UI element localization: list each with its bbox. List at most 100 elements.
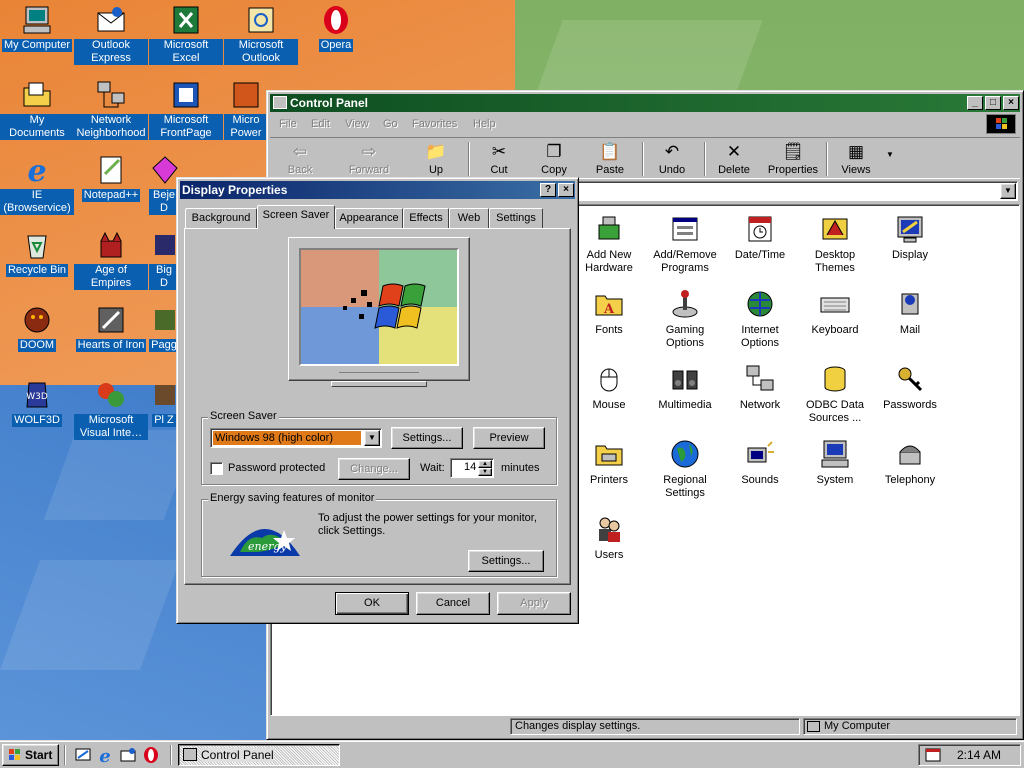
dialog-close-button[interactable]: ×	[558, 183, 574, 197]
desktop-icon-my-computer[interactable]: My Computer	[0, 4, 74, 52]
menu-help[interactable]: Help	[473, 118, 496, 130]
menu-view[interactable]: View	[345, 118, 369, 130]
address-bar[interactable]: ▼	[577, 181, 1018, 201]
desktop-icon-wolf3d[interactable]: W3D WOLF3D	[0, 379, 74, 427]
wait-minutes-spinner[interactable]: 14 ▲ ▼	[450, 458, 494, 478]
screen-saver-settings-button[interactable]: Settings...	[391, 427, 463, 449]
cp-item-keyboard[interactable]: Keyboard	[797, 288, 873, 337]
ok-button[interactable]: OK	[335, 592, 409, 615]
desktop-icon-my-documents[interactable]: My Documents	[0, 79, 74, 140]
menu-go[interactable]: Go	[383, 118, 398, 130]
close-button[interactable]: ×	[1003, 96, 1019, 110]
cp-item-multimedia[interactable]: Multimedia	[647, 363, 723, 412]
cp-item-gaming-options[interactable]: Gaming Options	[647, 288, 723, 350]
cp-item-users[interactable]: Users	[571, 513, 647, 562]
taskbar-control-panel[interactable]: Control Panel	[178, 744, 340, 766]
tab-background[interactable]: Background	[185, 208, 257, 228]
cp-item-sounds[interactable]: Sounds	[722, 438, 798, 487]
desktop-icon-doom[interactable]: DOOM	[0, 304, 74, 352]
desktop-themes-icon	[822, 218, 848, 240]
desktop-icon-powerpoint[interactable]: Micro Power	[224, 79, 268, 140]
notepad-plus-plus-icon	[100, 156, 122, 184]
apply-button[interactable]: Apply	[497, 592, 571, 615]
tab-web[interactable]: Web	[449, 208, 489, 228]
cp-item-fonts[interactable]: A Fonts	[571, 288, 647, 337]
cut-button[interactable]: ✂ Cut	[473, 142, 525, 176]
properties-button[interactable]: 🗒 Properties	[764, 142, 822, 176]
desktop-icon-ie[interactable]: e IE (Browservice)	[0, 154, 74, 215]
desktop-icon-outlook-express[interactable]: Outlook Express	[74, 4, 148, 65]
desktop-icon-outlook[interactable]: Microsoft Outlook	[224, 4, 298, 65]
internet-explorer-icon[interactable]: e	[96, 746, 114, 767]
show-desktop-icon[interactable]	[74, 746, 92, 764]
cp-item-passwords[interactable]: Passwords	[872, 363, 948, 412]
chevron-down-icon[interactable]: ▼	[364, 430, 380, 446]
views-label: Views	[841, 164, 871, 176]
desktop-icon-label: Age of Empires	[74, 264, 148, 290]
energy-settings-button[interactable]: Settings...	[468, 550, 544, 572]
tab-appearance[interactable]: Appearance	[335, 208, 403, 228]
desktop-icon-notepad-plus-plus[interactable]: Notepad++	[74, 154, 148, 202]
desktop-icon-hearts-of-iron[interactable]: Hearts of Iron	[74, 304, 148, 352]
desktop-icon-visual-interdev[interactable]: Microsoft Visual Inte…	[74, 379, 148, 440]
outlook-express-icon[interactable]	[119, 746, 137, 764]
spin-up-icon[interactable]: ▲	[478, 460, 492, 468]
desktop-icon-bejeweled[interactable]: Beje D	[149, 154, 179, 215]
cp-item-date-time[interactable]: Date/Time	[722, 213, 798, 262]
desktop-icon-network-neighborhood[interactable]: Network Neighborhood	[74, 79, 148, 140]
tab-effects[interactable]: Effects	[403, 208, 449, 228]
opera-icon[interactable]	[142, 746, 160, 764]
tab-settings[interactable]: Settings	[489, 208, 543, 228]
desktop-icon-age-of-empires[interactable]: Age of Empires	[74, 229, 148, 290]
cp-item-add-remove-programs[interactable]: Add/Remove Programs	[647, 213, 723, 275]
desktop-icon-label: Microsoft Excel	[149, 39, 223, 65]
cp-item-internet-options[interactable]: Internet Options	[722, 288, 798, 350]
menu-file[interactable]: File	[279, 118, 297, 130]
desktop-icon-pl[interactable]: Pl Z	[149, 379, 179, 427]
cp-item-add-new-hardware[interactable]: Add New Hardware	[571, 213, 647, 275]
address-dropdown-icon[interactable]: ▼	[1000, 183, 1016, 199]
maximize-button[interactable]: □	[985, 96, 1001, 110]
cp-item-mouse[interactable]: Mouse	[571, 363, 647, 412]
start-button[interactable]: Start	[2, 744, 59, 766]
cp-item-printers[interactable]: Printers	[571, 438, 647, 487]
views-dropdown-icon[interactable]: ▼	[886, 150, 894, 159]
cp-item-odbc[interactable]: ODBC Data Sources ...	[797, 363, 873, 425]
change-password-button[interactable]: Change...	[338, 458, 410, 480]
screen-saver-select[interactable]: Windows 98 (high color) ▼	[210, 428, 382, 448]
menu-edit[interactable]: Edit	[311, 118, 330, 130]
help-button[interactable]: ?	[540, 183, 556, 197]
forward-button[interactable]: ⇨ Forward	[343, 142, 395, 176]
desktop-icon-excel[interactable]: Microsoft Excel	[149, 4, 223, 65]
dialog-titlebar[interactable]: Display Properties ? ×	[180, 181, 575, 199]
desktop-icon-big[interactable]: Big D	[149, 229, 179, 290]
desktop-icon-recycle-bin[interactable]: Recycle Bin	[0, 229, 74, 277]
clock[interactable]: 2:14 AM	[957, 748, 1001, 762]
control-panel-titlebar[interactable]: Control Panel _ □ ×	[270, 94, 1020, 112]
copy-button[interactable]: ❐ Copy	[528, 142, 580, 176]
cancel-button[interactable]: Cancel	[416, 592, 490, 615]
delete-button[interactable]: ✕ Delete	[708, 142, 760, 176]
back-button[interactable]: ⇦ Back	[274, 142, 326, 176]
spin-down-icon[interactable]: ▼	[478, 468, 492, 476]
desktop-icon-opera[interactable]: Opera	[299, 4, 373, 52]
desktop-icon-frontpage[interactable]: Microsoft FrontPage	[149, 79, 223, 140]
tab-screen-saver[interactable]: Screen Saver	[257, 205, 335, 229]
cp-item-desktop-themes[interactable]: Desktop Themes	[797, 213, 873, 275]
cp-item-system[interactable]: System	[797, 438, 873, 487]
minimize-button[interactable]: _	[967, 96, 983, 110]
up-button[interactable]: 📁 Up	[410, 142, 462, 176]
undo-button[interactable]: ↶ Undo	[646, 142, 698, 176]
cp-item-mail[interactable]: Mail	[872, 288, 948, 337]
cp-item-network[interactable]: Network	[722, 363, 798, 412]
tray-scheduler-icon[interactable]	[925, 748, 941, 762]
paste-button[interactable]: 📋 Paste	[584, 142, 636, 176]
password-checkbox[interactable]	[210, 462, 223, 475]
preview-button[interactable]: Preview	[473, 427, 545, 449]
views-button[interactable]: ▦ Views	[830, 142, 882, 176]
cp-item-telephony[interactable]: Telephony	[872, 438, 948, 487]
cp-item-regional-settings[interactable]: Regional Settings	[647, 438, 723, 500]
desktop-icon-pagg[interactable]: Pagg	[149, 304, 179, 352]
menu-favorites[interactable]: Favorites	[412, 118, 457, 130]
cp-item-display[interactable]: Display	[872, 213, 948, 262]
